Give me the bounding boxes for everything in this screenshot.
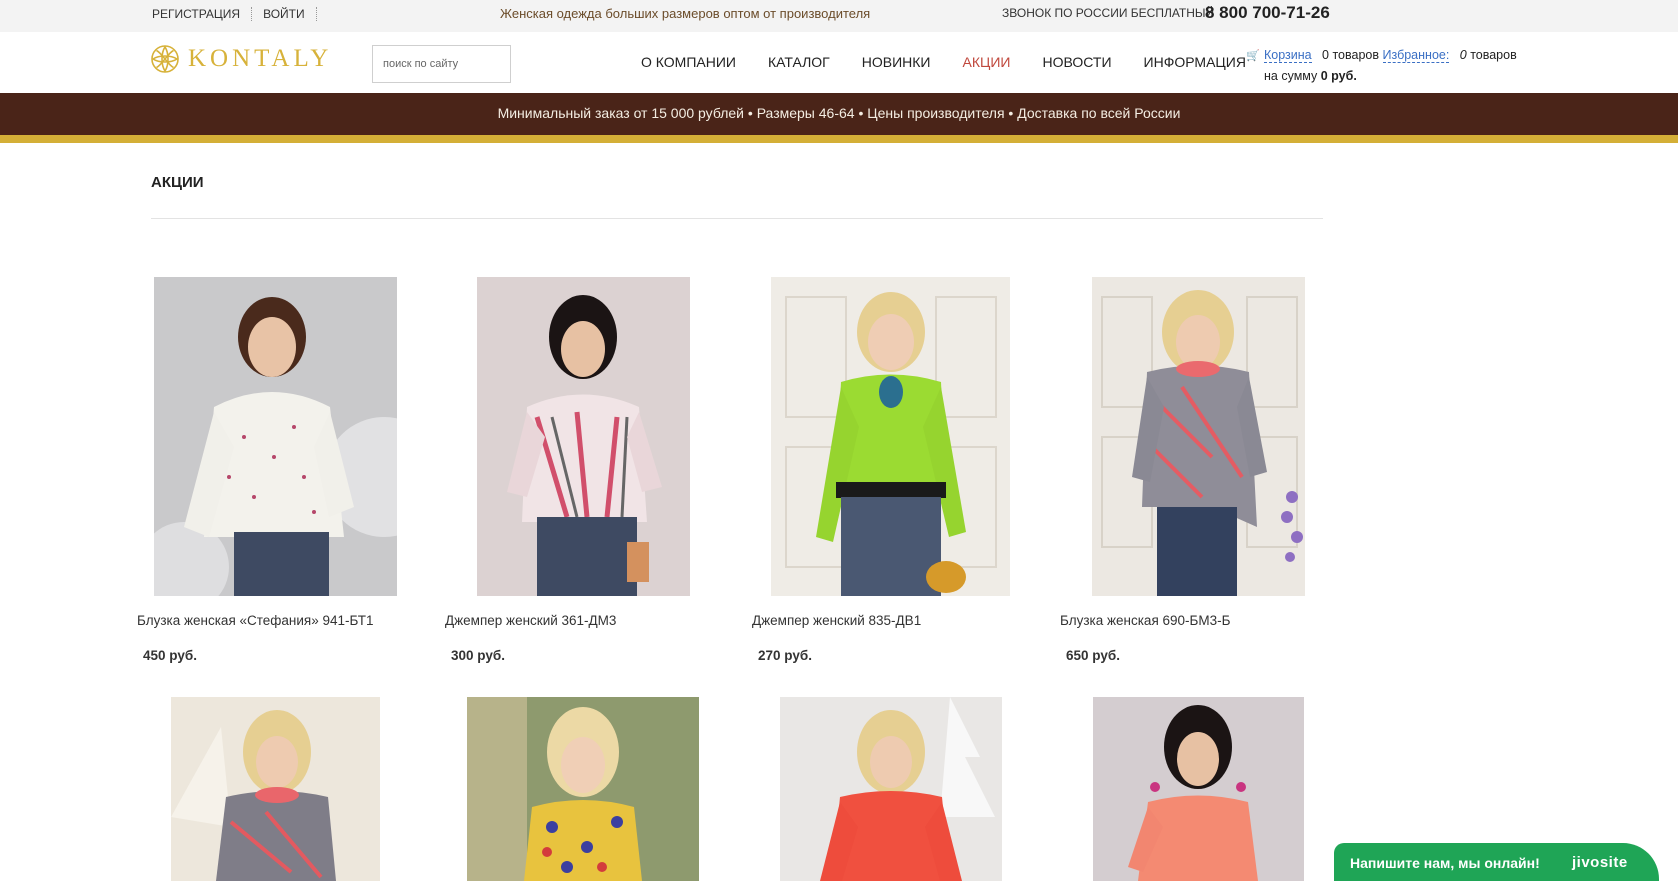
page-title: Акции: [151, 174, 204, 191]
product-name[interactable]: Блузка женская 690-БМ3-Б: [1060, 613, 1231, 628]
promo-strip: Минимальный заказ от 15 000 рублей • Раз…: [0, 93, 1678, 135]
cart-sum-label: на сумму: [1264, 69, 1318, 83]
search-input[interactable]: [372, 45, 511, 83]
chat-message[interactable]: Напишите нам, мы онлайн!: [1350, 855, 1540, 871]
logo[interactable]: KONTALY: [150, 44, 332, 74]
favorites-link[interactable]: Избранное:: [1382, 48, 1450, 63]
cart-sum-value: 0 руб.: [1320, 69, 1357, 83]
product-image[interactable]: [1093, 697, 1304, 881]
product-name[interactable]: Джемпер женский 361-ДМ3: [445, 613, 616, 628]
top-bar: Регистрация Войти Женская одежда больших…: [0, 0, 1678, 32]
brand-name: KONTALY: [188, 45, 333, 72]
title-divider: [151, 218, 1323, 219]
product-image[interactable]: [477, 277, 690, 596]
product-image[interactable]: [771, 277, 1010, 596]
product-image[interactable]: [780, 697, 1002, 881]
main-nav: О компании Каталог Новинки Акции Новости…: [641, 54, 1278, 70]
product-price: 270 руб.: [758, 648, 812, 663]
favorites-suffix: товаров: [1470, 48, 1517, 62]
logo-emblem-icon: [151, 45, 179, 73]
favorites-count: 0: [1459, 48, 1467, 62]
login-link[interactable]: Войти: [263, 7, 317, 21]
tagline: Женская одежда больших размеров оптом от…: [500, 6, 871, 21]
product-price: 300 руб.: [451, 648, 505, 663]
nav-item-sales[interactable]: Акции: [963, 54, 1011, 70]
promo-text: Минимальный заказ от 15 000 рублей • Раз…: [497, 105, 1181, 121]
gold-divider: [0, 135, 1678, 143]
header: KONTALY О компании Каталог Новинки Акции…: [0, 32, 1678, 93]
chat-widget[interactable]: Напишите нам, мы онлайн! jivosite: [1334, 843, 1659, 881]
cart-icon: 🛒: [1246, 50, 1260, 62]
product-name[interactable]: Блузка женская «Стефания» 941-БТ1: [137, 613, 374, 628]
account-links: Регистрация Войти: [152, 7, 328, 21]
product-price: 450 руб.: [143, 648, 197, 663]
nav-item-info[interactable]: Информация: [1144, 54, 1246, 70]
product-name[interactable]: Джемпер женский 835-ДВ1: [752, 613, 921, 628]
nav-item-about[interactable]: О компании: [641, 54, 736, 70]
nav-item-catalog[interactable]: Каталог: [768, 54, 830, 70]
register-link[interactable]: Регистрация: [152, 7, 253, 21]
product-image[interactable]: [1092, 277, 1305, 596]
product-price: 650 руб.: [1066, 648, 1120, 663]
nav-item-news[interactable]: Новости: [1042, 54, 1111, 70]
product-image[interactable]: [467, 697, 699, 881]
chat-brand-logo: jivosite: [1572, 854, 1628, 871]
cart-summary: 🛒 Корзина 0 товаров Избранное: 0 товаров …: [1246, 45, 1517, 86]
nav-item-new[interactable]: Новинки: [862, 54, 931, 70]
product-image[interactable]: [154, 277, 397, 596]
cart-count: 0 товаров: [1322, 48, 1380, 62]
cart-link[interactable]: Корзина: [1264, 48, 1312, 63]
phone-number[interactable]: 8 800 700-71-26: [1205, 3, 1330, 23]
product-image[interactable]: [171, 697, 380, 881]
call-label: Звонок по России бесплатный: [1002, 6, 1215, 20]
